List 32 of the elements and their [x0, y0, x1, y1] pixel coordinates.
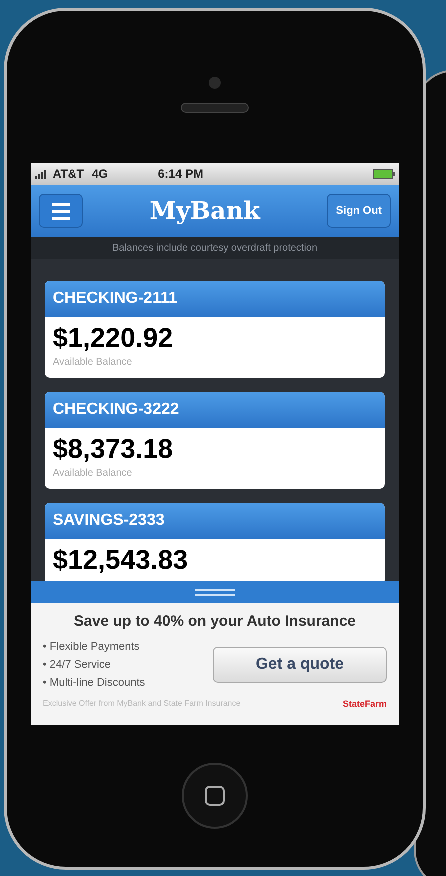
carrier-text: AT&T [53, 166, 84, 183]
camera-icon [209, 77, 221, 89]
ad-bullet: • 24/7 Service [43, 658, 112, 672]
account-card[interactable]: CHECKING-3222 $8,373.18 Available Balance [45, 392, 385, 489]
balance-label: Available Balance [53, 356, 134, 370]
menu-button[interactable] [39, 194, 83, 228]
menu-icon [52, 202, 70, 220]
account-card[interactable]: CHECKING-2111 $1,220.92 Available Balance [45, 281, 385, 378]
clock-text: 6:14 PM [158, 166, 204, 183]
ad-bullet: • Multi-line Discounts [43, 676, 146, 690]
signal-icon [35, 169, 49, 179]
quote-button[interactable]: Get a quote [213, 646, 387, 682]
notice-text: Balances include courtesy overdraft protection [31, 237, 399, 259]
speaker-icon [181, 103, 249, 113]
account-name: CHECKING-2111 [45, 281, 385, 317]
ad-bullet: • Flexible Payments [43, 640, 141, 654]
account-name: CHECKING-3222 [45, 392, 385, 428]
sign-out-button[interactable]: Sign Out [327, 194, 391, 228]
account-card[interactable]: SAVINGS-2333 $12,543.83 [45, 503, 385, 581]
ad-headline: Save up to 40% on your Auto Insurance [73, 612, 357, 632]
brand-logo: StateFarm [342, 698, 387, 710]
drag-handle[interactable] [31, 581, 399, 603]
balance-amount: $12,543.83 [53, 544, 190, 577]
network-text: 4G [92, 166, 108, 183]
balance-amount: $1,220.92 [53, 322, 174, 355]
account-name: SAVINGS-2333 [45, 503, 385, 539]
balance-amount: $8,373.18 [53, 433, 174, 466]
app-title: MyBank [148, 195, 262, 227]
home-icon [205, 786, 225, 806]
battery-icon [373, 169, 395, 179]
ad-footer: Exclusive Offer from MyBank and State Farm Insurance [43, 698, 241, 710]
balance-label: Available Balance [53, 467, 134, 481]
